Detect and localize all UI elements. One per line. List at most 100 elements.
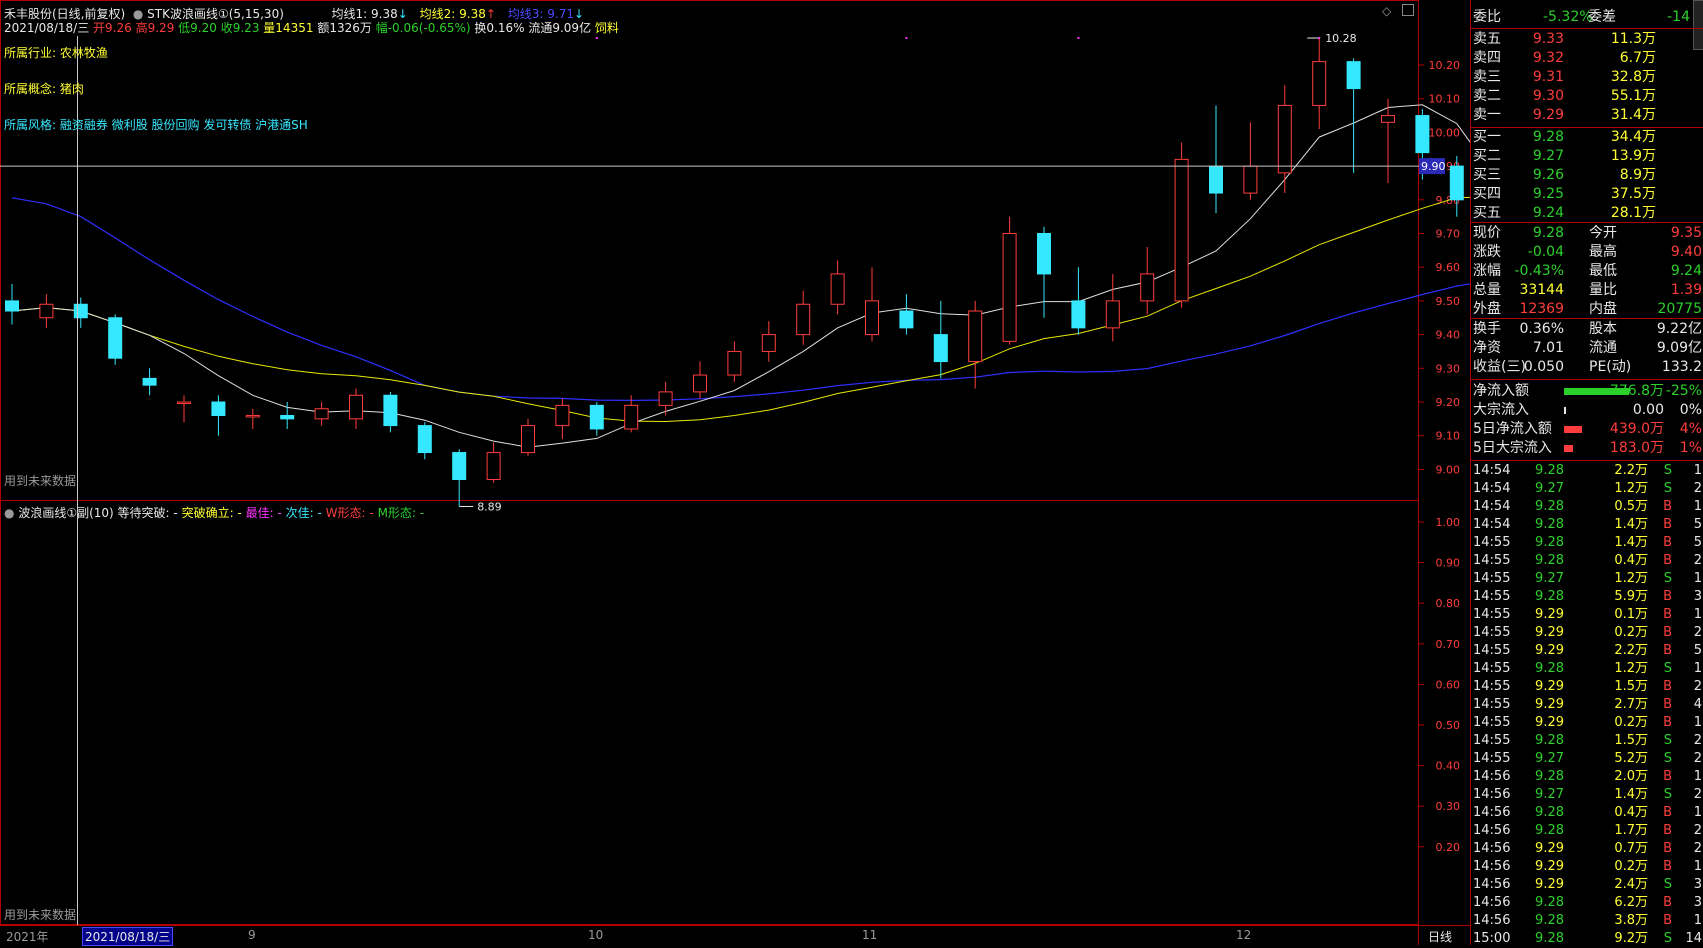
tick-time: 14:55 bbox=[1473, 697, 1511, 712]
industry-value[interactable]: 农林牧渔 bbox=[60, 46, 108, 60]
stat-row: 总量 33144 量比 1.39 bbox=[1471, 281, 1703, 300]
candle-body bbox=[968, 310, 983, 363]
bid-row: 买四 9.25 37.5万 bbox=[1471, 185, 1703, 204]
tick-count: 1 bbox=[1693, 715, 1702, 730]
stat-row: 涨幅 -0.43% 最低 9.24 bbox=[1471, 262, 1703, 281]
kline-chart-svg[interactable]: 10.2010.1010.009.909.809.709.609.509.409… bbox=[0, 0, 1703, 945]
period-selector[interactable]: 日线 bbox=[1428, 928, 1452, 945]
ask-volume: 55.1万 bbox=[1610, 88, 1656, 104]
tick-price: 9.29 bbox=[1535, 697, 1564, 712]
ask-price: 9.33 bbox=[1532, 31, 1564, 47]
tick-side: B bbox=[1663, 895, 1672, 910]
tick-count: 1 bbox=[1693, 571, 1702, 586]
tick-row: 14:55 9.29 0.1万 B 1 bbox=[1471, 606, 1703, 624]
tick-count: 2 bbox=[1693, 751, 1702, 766]
turnover-value: 换0.16% bbox=[474, 21, 525, 35]
tick-volume: 1.2万 bbox=[1614, 481, 1648, 496]
ratio-label: 委比 bbox=[1473, 9, 1501, 25]
stat-label: 涨幅 bbox=[1473, 263, 1501, 279]
sub-indicator-dot-icon[interactable]: ● bbox=[4, 506, 14, 520]
y-label-main: 9.30 bbox=[1436, 362, 1461, 375]
kline-chart-area[interactable]: 10.20 10.10 10.00 9.90 9.80 9.70 9.60 9.50 9.40 9… bbox=[0, 0, 1703, 946]
y-label-sub: 0.30 bbox=[1436, 800, 1461, 813]
tick-row: 14:55 9.29 1.5万 B 2 bbox=[1471, 678, 1703, 696]
tick-volume: 1.5万 bbox=[1614, 733, 1648, 748]
bid-label: 买四 bbox=[1473, 186, 1501, 202]
signal-dot bbox=[1077, 37, 1080, 39]
y-label-main: 9.50 bbox=[1436, 295, 1461, 308]
tick-time: 14:56 bbox=[1473, 823, 1511, 838]
change-value: 幅-0.06(-0.65%) bbox=[375, 21, 471, 35]
candle-body bbox=[39, 303, 54, 319]
concept-value[interactable]: 猪肉 bbox=[60, 82, 84, 96]
tick-volume: 0.2万 bbox=[1614, 715, 1648, 730]
ask-price: 9.30 bbox=[1532, 88, 1564, 104]
candle-body bbox=[555, 404, 570, 427]
stat2-row: 净资 7.01 流通 9.09亿 bbox=[1471, 339, 1703, 358]
stat-value: 133.2 bbox=[1661, 359, 1702, 375]
stat-label: 最低 bbox=[1589, 263, 1617, 279]
tick-time: 15:00 bbox=[1473, 931, 1511, 946]
sector-tag[interactable]: 饲料 bbox=[595, 21, 619, 35]
tick-row: 14:54 9.28 1.4万 B 5 bbox=[1471, 516, 1703, 534]
tick-volume: 2.2万 bbox=[1614, 463, 1648, 478]
tick-price: 9.27 bbox=[1535, 751, 1564, 766]
cursor-date: 2021/08/18/三 bbox=[4, 21, 90, 35]
tick-volume: 0.5万 bbox=[1614, 499, 1648, 514]
amount-value: 额1326万 bbox=[317, 21, 372, 35]
candle-body bbox=[177, 401, 191, 404]
tick-side: B bbox=[1663, 679, 1672, 694]
signal-dot bbox=[1318, 37, 1321, 39]
tick-count: 1 bbox=[1693, 499, 1702, 514]
tick-price: 9.29 bbox=[1535, 859, 1564, 874]
chart-frame bbox=[0, 0, 1419, 925]
candle-body bbox=[830, 273, 845, 305]
stat-row: 现价 9.28 今开 9.35 bbox=[1471, 224, 1703, 243]
tick-row: 14:55 9.27 5.2万 S 2 bbox=[1471, 750, 1703, 768]
tick-side: S bbox=[1663, 661, 1672, 676]
ask-label: 卖四 bbox=[1473, 50, 1501, 66]
open-value: 开9.26 bbox=[93, 21, 132, 35]
ask-row: 卖四 9.32 6.7万 bbox=[1471, 49, 1703, 68]
tick-count: 5 bbox=[1693, 643, 1702, 658]
candle-body bbox=[1174, 158, 1189, 302]
tick-volume: 0.4万 bbox=[1614, 553, 1648, 568]
style-value[interactable]: 融资融券 微利股 股份回购 发可转债 沪港通SH bbox=[60, 118, 308, 132]
tick-volume: 1.2万 bbox=[1614, 571, 1648, 586]
sub-indicator-name[interactable]: 波浪画线①副(10) bbox=[18, 506, 113, 520]
tick-side: S bbox=[1663, 787, 1672, 802]
bid-price: 9.25 bbox=[1532, 186, 1564, 202]
tick-row: 14:55 9.29 0.2万 B 1 bbox=[1471, 714, 1703, 732]
flow-label: 5日净流入额 bbox=[1473, 421, 1552, 437]
tick-volume: 1.2万 bbox=[1614, 661, 1648, 676]
flow-row: 大宗流入 0.00 0% bbox=[1471, 401, 1703, 420]
bid-label: 买三 bbox=[1473, 167, 1501, 183]
candle-body bbox=[452, 452, 467, 481]
tick-row: 14:56 9.28 2.0万 B 1 bbox=[1471, 768, 1703, 786]
stat-value: 12369 bbox=[1519, 301, 1564, 317]
tick-time: 14:54 bbox=[1473, 499, 1511, 514]
stat-label: 净资 bbox=[1473, 340, 1501, 356]
tick-volume: 1.4万 bbox=[1614, 787, 1648, 802]
stat-value: 9.28 bbox=[1532, 225, 1564, 241]
ask-row: 卖一 9.29 31.4万 bbox=[1471, 106, 1703, 125]
tick-time: 14:56 bbox=[1473, 913, 1511, 928]
tick-count: 2 bbox=[1693, 553, 1702, 568]
flow-row: 5日净流入额 439.0万 4% bbox=[1471, 420, 1703, 439]
separator bbox=[1471, 379, 1703, 380]
tick-volume: 9.2万 bbox=[1614, 931, 1648, 946]
tick-price: 9.27 bbox=[1535, 571, 1564, 586]
x-axis-month-11: 11 bbox=[862, 928, 878, 942]
window-toggle-icon[interactable] bbox=[1402, 4, 1414, 16]
sub-wait-label: 等待突破: - bbox=[117, 506, 178, 520]
y-label-main: 9.10 bbox=[1436, 430, 1461, 443]
tick-price: 9.28 bbox=[1535, 823, 1564, 838]
ask-price: 9.29 bbox=[1532, 107, 1564, 123]
y-label-main: 10.10 bbox=[1429, 93, 1461, 106]
order-ratio-row: 委比 -5.32% 委差 -14 bbox=[1471, 8, 1703, 27]
ask-row: 卖二 9.30 55.1万 bbox=[1471, 87, 1703, 106]
tick-row: 15:00 9.28 9.2万 S 14 bbox=[1471, 930, 1703, 948]
bid-row: 买一 9.28 34.4万 bbox=[1471, 128, 1703, 147]
candle-body bbox=[1449, 165, 1464, 201]
diamond-icon[interactable]: ◇ bbox=[1382, 4, 1391, 18]
